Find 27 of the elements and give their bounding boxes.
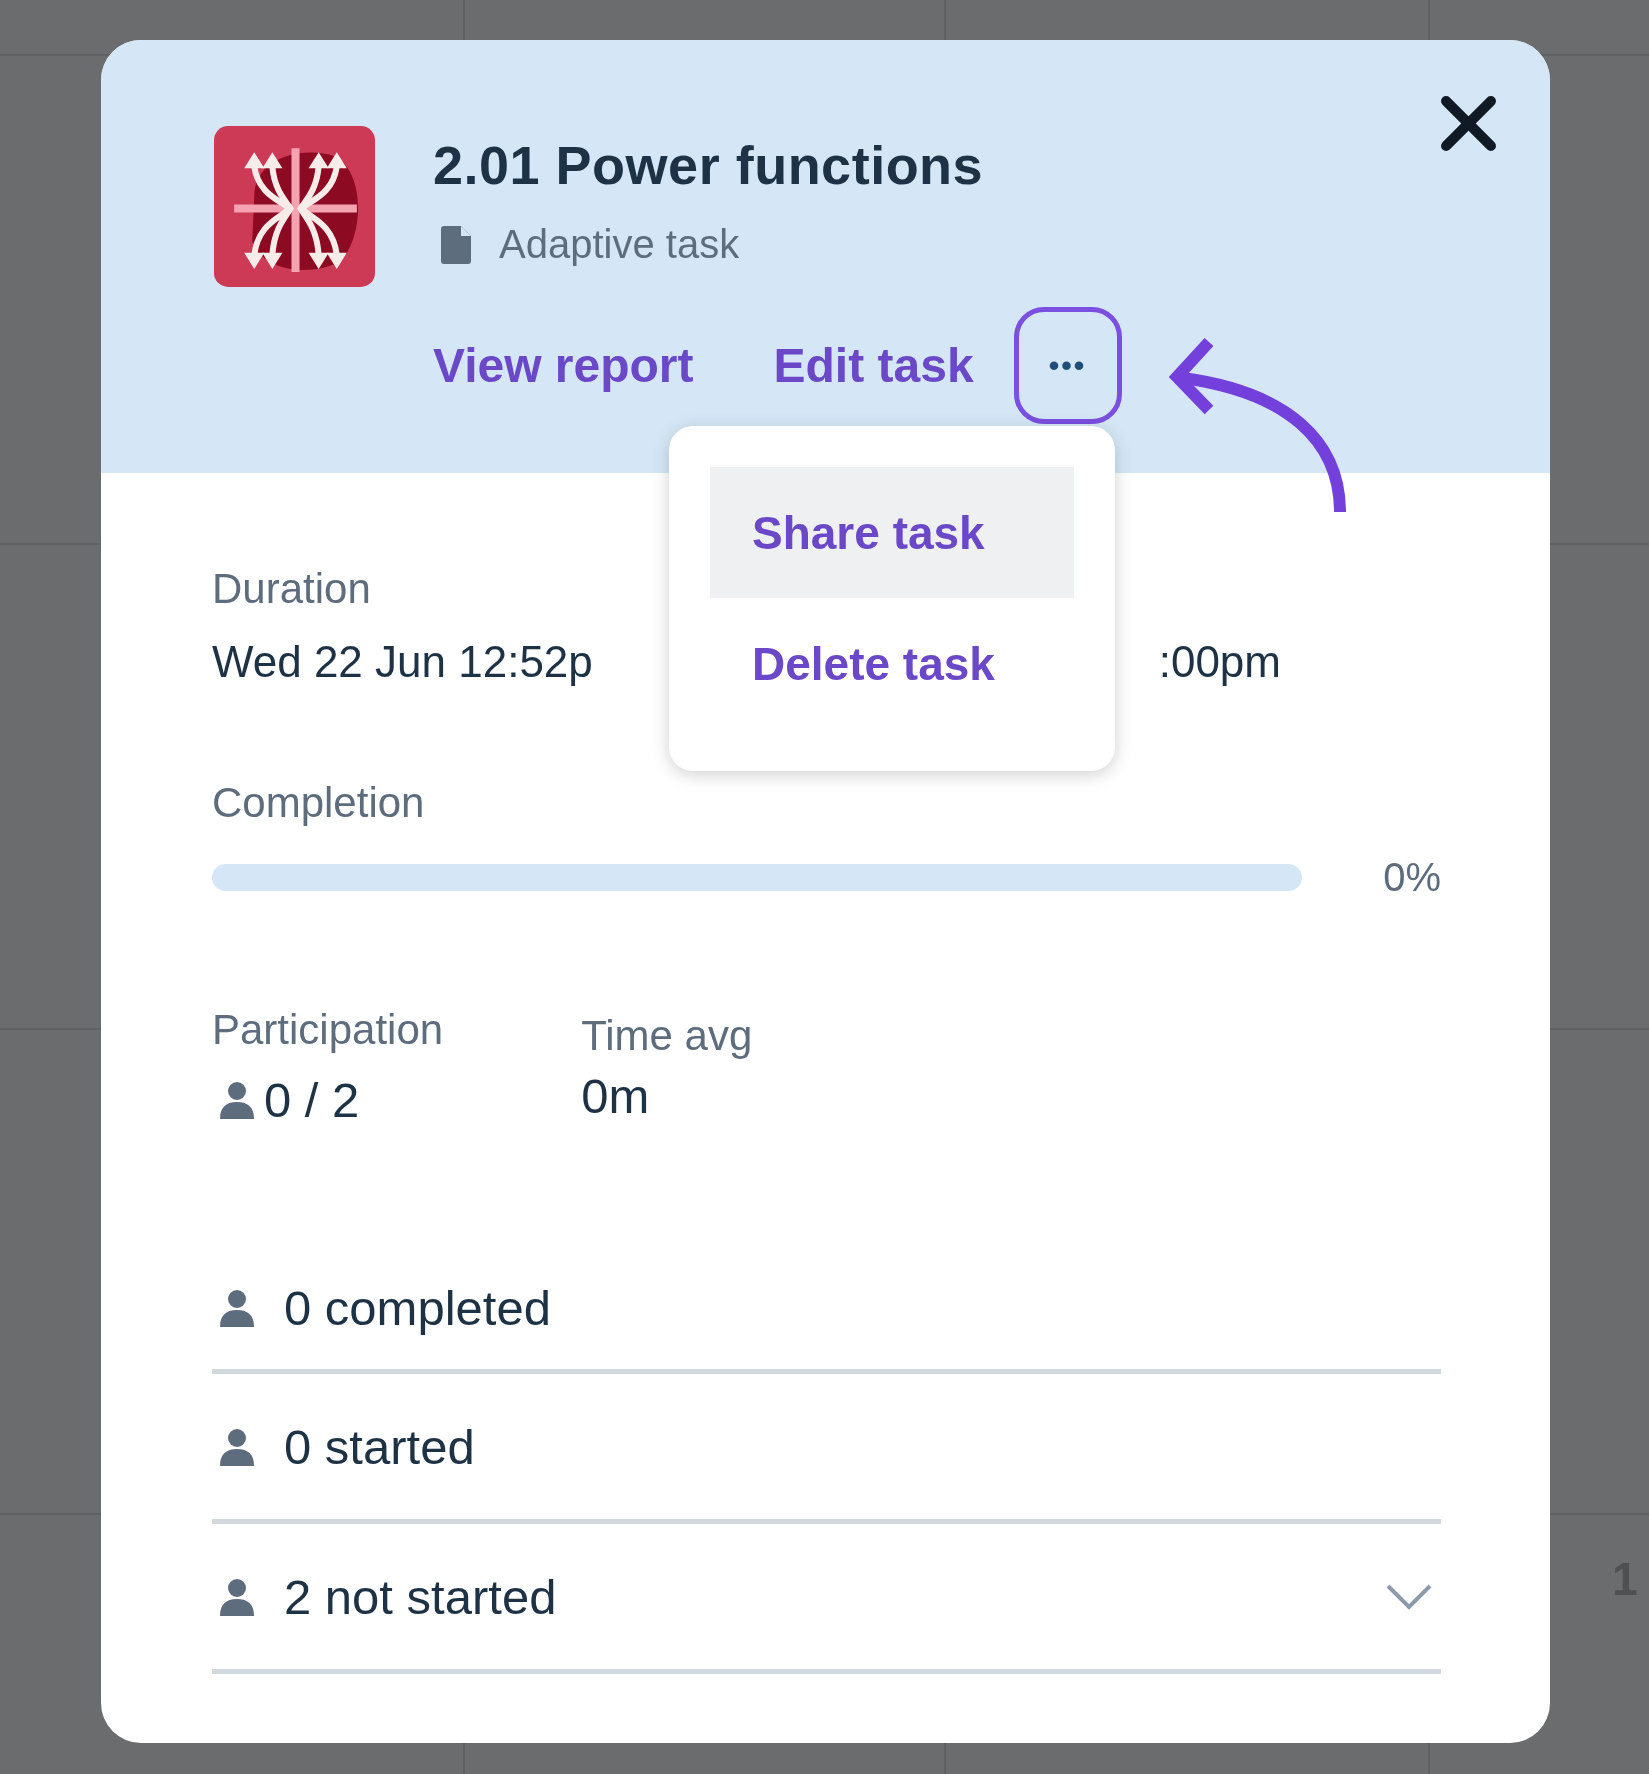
person-icon [220,1577,254,1616]
document-icon [441,225,471,264]
participation-value: 0 / 2 [264,1072,360,1128]
menu-item[interactable]: Delete task [710,598,1074,729]
duration-start: Wed 22 Jun 12:52p [212,637,593,687]
close-icon[interactable] [1440,95,1497,152]
action-link[interactable]: View report [433,338,694,393]
time-avg-value: 0m [581,1068,651,1124]
person-icon [220,1427,254,1466]
status-row[interactable]: 2 not started [212,1524,1441,1674]
action-link[interactable]: Edit task [773,338,974,393]
person-icon [220,1288,254,1327]
chevron-down-icon[interactable] [1385,1582,1433,1611]
completion-label: Completion [212,779,426,827]
person-icon [220,1081,254,1119]
status-label: 2 not started [284,1568,557,1625]
participation-label: Participation [212,1006,444,1054]
menu-item[interactable]: Share task [710,467,1074,598]
arrows-logo-icon [214,126,375,287]
status-label: 0 started [284,1418,475,1475]
duration-end: :00pm [1158,637,1281,687]
duration-label: Duration [212,565,372,613]
task-title: 2.01 Power functions [433,134,985,196]
status-label: 0 completed [284,1279,551,1336]
task-type: Adaptive task [499,222,740,267]
completion-percent: 0% [1383,855,1441,900]
time-avg-label: Time avg [581,1012,753,1060]
